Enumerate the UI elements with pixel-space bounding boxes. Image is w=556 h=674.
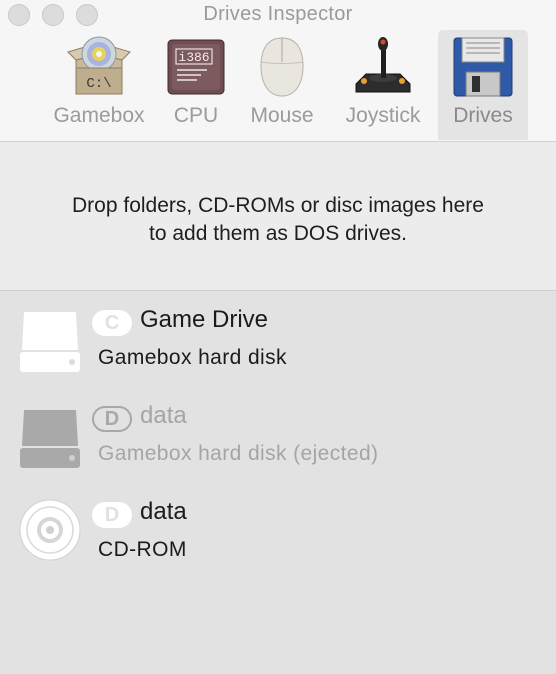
drive-name: data: [140, 498, 187, 525]
drive-name: Game Drive: [140, 306, 269, 333]
drive-description: Gamebox hard disk (ejected): [98, 442, 379, 465]
drive-letter-badge: D: [92, 502, 132, 528]
tab-label: Mouse: [250, 104, 314, 127]
tab-joystick[interactable]: Joystick: [336, 30, 430, 140]
cd-rom-icon: [19, 499, 81, 561]
tab-gamebox[interactable]: C:\ Gamebox: [46, 30, 152, 140]
tab-label: CPU: [173, 104, 219, 127]
floppy-disk-icon: [453, 37, 513, 97]
drive-item[interactable]: C Game Drive Gamebox hard disk: [0, 296, 556, 392]
hard-disk-icon: [20, 410, 80, 468]
drive-item[interactable]: D data CD-ROM: [0, 488, 556, 584]
title-bar: Drives Inspector C:\ Gamebox i386 CPU Mo…: [0, 0, 556, 142]
drive-description: Gamebox hard disk: [98, 346, 287, 369]
drop-zone[interactable]: Drop folders, CD-ROMs or disc images her…: [0, 142, 556, 291]
drop-instructions: Drop folders, CD-ROMs or disc images her…: [20, 192, 536, 248]
drive-description: CD-ROM: [98, 538, 187, 561]
tab-label: Joystick: [345, 104, 421, 127]
window-title: Drives Inspector: [203, 3, 353, 25]
drop-instructions-line2: to add them as DOS drives.: [149, 222, 407, 245]
tab-label: Drives: [453, 104, 513, 127]
tab-label: Gamebox: [53, 104, 145, 127]
tab-cpu[interactable]: i386 CPU: [162, 30, 230, 140]
drive-letter-badge: C: [92, 310, 132, 336]
drive-letter-badge: D: [92, 406, 132, 432]
inspector-toolbar: C:\ Gamebox i386 CPU Mouse Joystick Driv…: [0, 30, 556, 140]
joystick-icon: [355, 37, 411, 93]
svg-text:i386: i386: [178, 50, 209, 65]
gamebox-icon: C:\: [67, 36, 131, 95]
drive-name: data: [140, 402, 187, 429]
tab-drives[interactable]: Drives: [438, 30, 528, 140]
drive-item[interactable]: D data Gamebox hard disk (ejected): [0, 392, 556, 488]
mouse-icon: [260, 37, 304, 97]
drop-instructions-line1: Drop folders, CD-ROMs or disc images her…: [72, 194, 484, 217]
cpu-chip-icon: i386: [167, 39, 225, 95]
svg-text:C:\: C:\: [86, 76, 111, 92]
hard-disk-icon: [20, 312, 80, 372]
tab-mouse[interactable]: Mouse: [242, 30, 322, 140]
